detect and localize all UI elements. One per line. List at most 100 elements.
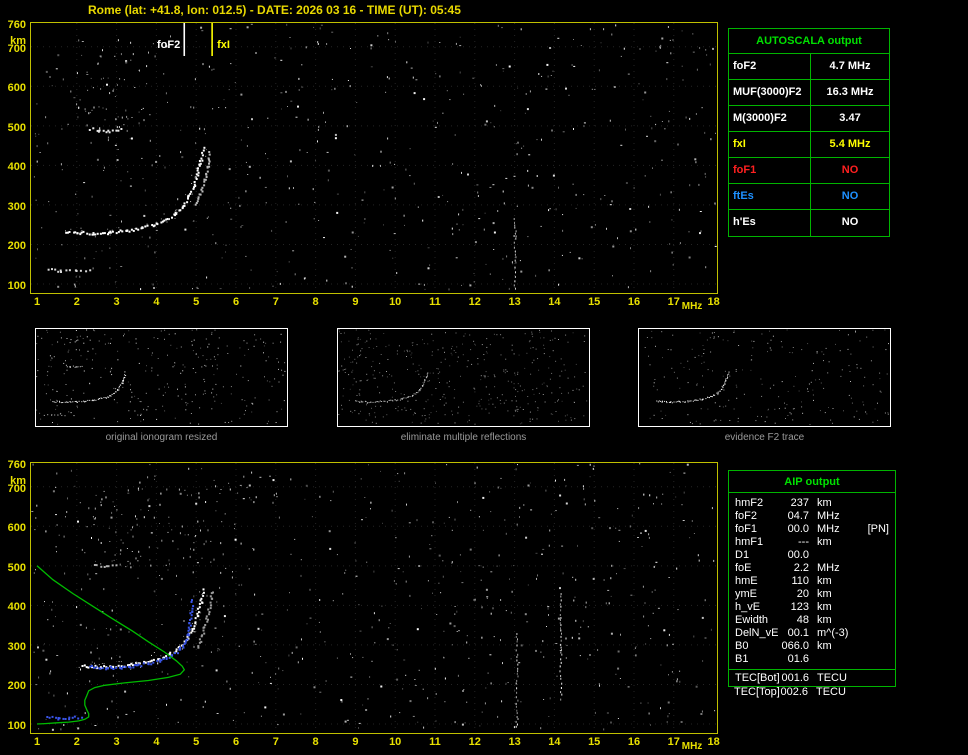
y-tick-label: 300 [7,200,26,213]
aip-row-hmf2: hmF2 237 km [729,497,895,510]
y-tick-label: 760 [7,19,26,31]
aip-row-ewidth: Ewidth 48 km [729,614,895,627]
aip-table-body: hmF2 237 km foF2 04.7 MHz foF1 00.0 MHz [PN] hmF1 -… [729,493,895,667]
ionogram-chart-autoscala: foF2 fxI [30,22,718,294]
aip-param-value: 00.1 [787,627,809,639]
aip-row-foe: foE 2.2 MHz [729,562,895,575]
x-tick-label: 18 [707,296,720,308]
aip-param-label: h_vE [735,601,761,613]
x-tick-label: 12 [468,296,481,308]
aip-param-value: 123 [790,601,809,613]
autoscala-param-value: 3.47 [839,112,861,124]
ionogram-autoscala-plot [31,23,717,293]
aip-param-unit: MHz [817,510,840,522]
aip-param-label: TEC[Top] [734,686,780,698]
aip-row-d1: D1 00.0 [729,549,895,562]
aip-param-label: foE [735,562,752,574]
autoscala-row-m3000f2: M(3000)F2 3.47 [729,106,889,132]
y-tick-label: 200 [7,680,26,693]
x-tick-label: 13 [508,736,521,748]
x-tick-label: 6 [232,296,240,308]
autoscala-param-label: foF2 [729,54,811,79]
x-axis-unit-label: MHz [681,741,703,752]
x-tick-label: 2 [73,296,80,308]
aip-param-label: Ewidth [735,614,769,626]
aip-param-value: 00.0 [787,523,809,535]
aip-param-unit: km [817,588,832,600]
autoscala-table-body: foF2 4.7 MHz MUF(3000)F2 16.3 MHz M(3000)F2 3… [729,54,889,236]
x-axis-unit-label: MHz [681,301,703,312]
x-tick-label: 10 [389,296,402,308]
aip-param-label: TEC[Bot] [735,672,780,684]
x-tick-label: 11 [429,736,441,748]
aip-param-unit: km [817,575,832,587]
ionogram-chart-aip [30,462,718,734]
aip-param-value: 2.2 [793,562,809,574]
aip-row-tecbot: TEC[Bot] 001.6 TECU [729,672,895,685]
autoscala-row-ftes: ftEs NO [729,184,889,210]
y-tick-label: 400 [7,601,26,614]
aip-param-unit: km [817,536,832,548]
autoscala-param-value: 16.3 MHz [826,86,874,98]
y-axis-unit-label: km [10,35,26,47]
aip-param-label: hmE [735,575,758,587]
autoscala-param-value: NO [841,190,859,202]
aip-param-unit: km [817,614,832,626]
aip-param-label: ymE [735,588,757,600]
aip-row-hmf1: hmF1 --- km [729,536,895,549]
aip-table-title: AIP output [729,471,895,493]
aip-param-value: 00.0 [787,549,809,561]
aip-row-yme: ymE 20 km [729,588,895,601]
aip-param-label: B1 [735,653,749,665]
thumbnail-original-ionogram [35,328,288,427]
aip-param-value: 01.6 [787,653,809,665]
x-tick-label: 8 [312,296,319,308]
aip-param-value: 001.6 [781,672,809,684]
aip-param-label: DelN_vE [735,627,779,639]
x-tick-label: 2 [73,736,80,748]
aip-param-unit: TECU [816,686,846,698]
thumbnail-eliminate-reflections [337,328,590,427]
autoscala-row-hes: h'Es NO [729,210,889,236]
aip-row-hme: hmE 110 km [729,575,895,588]
autoscala-param-value: NO [841,164,859,176]
x-tick-label: 15 [588,736,601,748]
autoscala-window: Rome (lat: +41.8, lon: 012.5) - DATE: 20… [0,0,968,755]
aip-row-fof2: foF2 04.7 MHz [729,510,895,523]
autoscala-row-muf3000f2: MUF(3000)F2 16.3 MHz [729,80,889,106]
autoscala-row-fxi: fxI 5.4 MHz [729,132,889,158]
aip-param-label: foF1 [735,523,758,535]
aip-param-unit: km [817,497,832,509]
aip-row-b0: B0 066.0 km [729,640,895,653]
marker-label-foF2: foF2 [157,39,181,51]
y-tick-label: 600 [7,82,26,95]
x-tick-label: 3 [113,296,120,308]
electron-density-profile [36,565,186,725]
y-tick-label: 600 [7,522,26,535]
y-axis-unit-label: km [10,475,26,487]
aip-param-unit: km [817,640,832,652]
y-tick-label: 100 [7,280,26,293]
marker-label-fxI: fxI [217,39,230,51]
aip-row-fof1: foF1 00.0 MHz [PN] [729,523,895,536]
x-tick-label: 8 [312,736,319,748]
x-tick-label: 9 [352,736,359,748]
aip-param-value: 237 [790,497,809,509]
autoscala-param-value: 4.7 MHz [829,60,871,72]
aip-param-flag: [PN] [867,523,889,535]
autoscala-table-title: AUTOSCALA output [729,29,889,54]
y-tick-label: 300 [7,640,26,653]
thumbnail-plot [338,329,588,425]
x-tick-label: 5 [193,736,200,748]
x-tick-label: 15 [588,296,601,308]
x-tick-label: 14 [548,296,561,308]
thumbnail-caption-reflections: eliminate multiple reflections [400,432,527,443]
aip-param-unit: km [817,601,832,613]
x-tick-label: 4 [153,296,160,308]
y-tick-label: 760 [7,459,26,471]
y-tick-label: 500 [7,121,26,134]
x-tick-label: 7 [272,736,279,748]
aip-param-label: hmF2 [735,497,764,509]
x-tick-label: 1 [33,296,41,308]
aip-param-value: 20 [796,588,809,600]
